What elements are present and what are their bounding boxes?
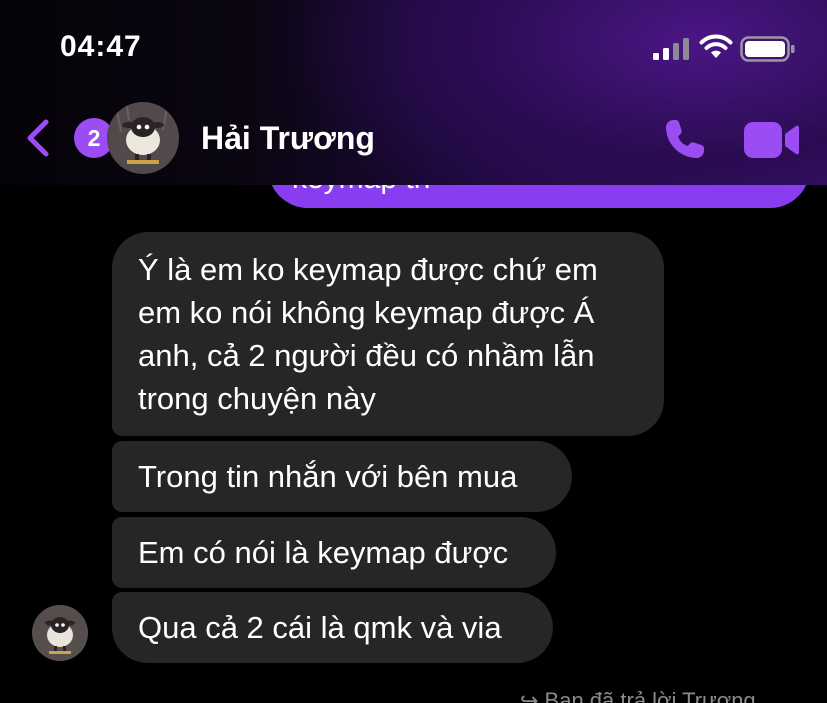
incoming-message-bubble[interactable]: Qua cả 2 cái là qmk và via <box>112 592 553 663</box>
chevron-left-icon <box>27 119 49 157</box>
message-line: anh, cả 2 người đều có nhầm lẫn <box>138 338 595 373</box>
wifi-icon <box>699 34 733 58</box>
status-time: 04:47 <box>60 30 142 63</box>
video-call-icon[interactable] <box>742 118 800 162</box>
back-button[interactable]: 2 <box>24 114 114 160</box>
battery-icon <box>740 36 795 62</box>
message-line: em ko nói không keymap được Á <box>138 295 595 330</box>
chat-header: 04:47 2 Hải Trương <box>0 0 827 185</box>
messenger-chat-screen: keymap th Ý là em ko keymap được chứ em … <box>0 0 827 703</box>
phone-call-icon[interactable] <box>660 116 708 164</box>
message-line: trong chuyện này <box>138 381 376 416</box>
incoming-message-bubble[interactable]: Ý là em ko keymap được chứ em em ko nói … <box>112 232 664 436</box>
reply-note: ↪ Bạn đã trả lời Trương <box>520 688 756 703</box>
sender-avatar[interactable] <box>32 605 88 661</box>
cellular-signal-icon <box>653 38 689 60</box>
message-line: Qua cả 2 cái là qmk và via <box>138 610 502 645</box>
incoming-message-bubble[interactable]: Em có nói là keymap được <box>112 517 556 588</box>
message-line: Trong tin nhắn với bên mua <box>138 459 518 494</box>
message-line: Ý là em ko keymap được chứ em <box>138 252 598 287</box>
contact-name[interactable]: Hải Trương <box>201 120 375 157</box>
contact-avatar[interactable] <box>107 102 179 174</box>
message-line: Em có nói là keymap được <box>138 535 509 570</box>
incoming-message-bubble[interactable]: Trong tin nhắn với bên mua <box>112 441 572 512</box>
